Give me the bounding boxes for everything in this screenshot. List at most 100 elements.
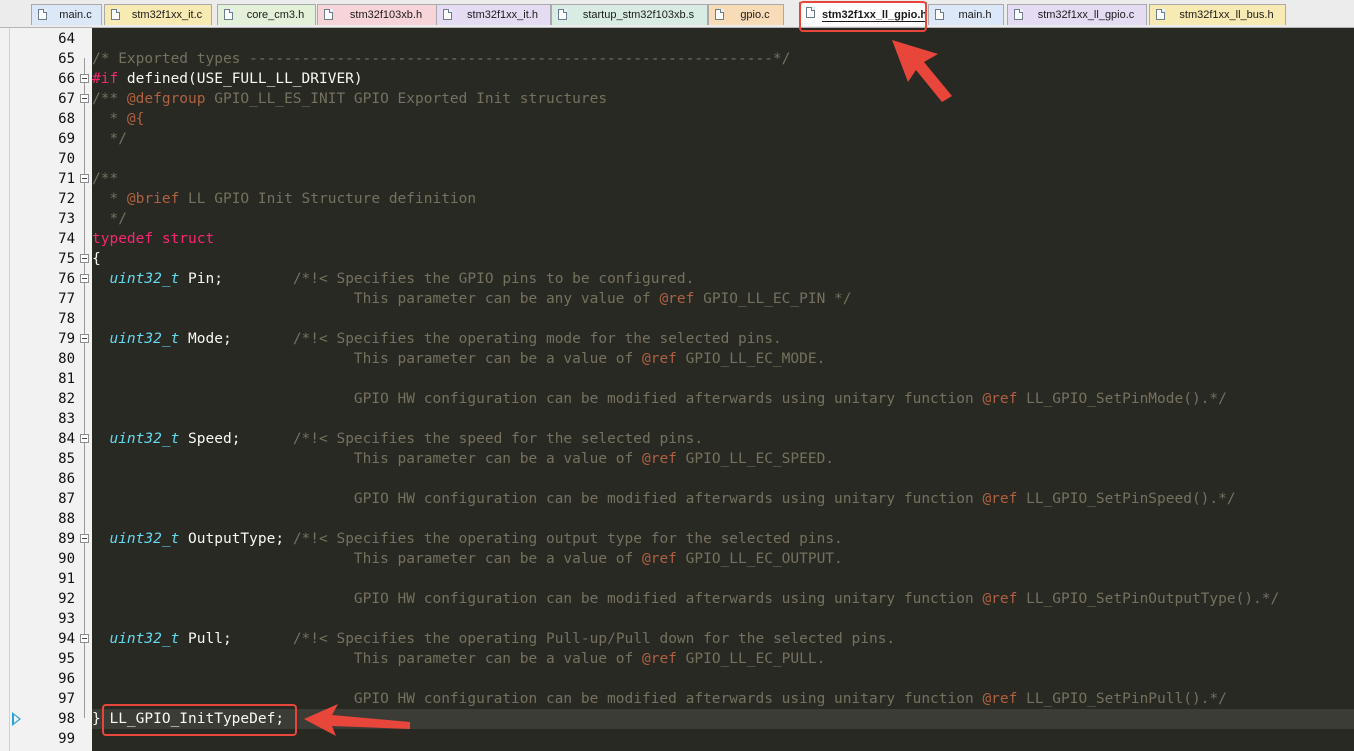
code-line[interactable]: This parameter can be a value of @ref GP… [92,449,834,469]
line-number: 84 [58,431,75,447]
line-number: 81 [58,371,75,387]
code-line[interactable]: /** [92,169,118,189]
line-number: 79 [58,331,75,347]
code-token: Pin; [179,271,293,287]
tab-stm32f1xx-it-h[interactable]: stm32f1xx_it.h [436,4,551,25]
code-token: LL_GPIO_SetPinMode().*/ [1017,391,1227,407]
code-token: GPIO_LL_EC_PIN */ [694,291,852,307]
fold-toggle-icon[interactable] [80,274,89,283]
code-line[interactable]: */ [92,129,126,149]
code-line[interactable]: * @brief LL GPIO Init Structure definiti… [92,189,476,209]
code-line[interactable]: uint32_t Mode; /*!< Specifies the operat… [92,329,782,349]
code-token: /* Exported types ----------------------… [92,51,791,67]
tab-label: gpio.c [740,9,770,21]
code-line[interactable]: This parameter can be any value of @ref … [92,289,852,309]
code-token: /*!< Specifies the speed for the selecte… [292,431,704,447]
file-icon [935,9,944,20]
tab-label: core_cm3.h [246,9,305,21]
code-token: GPIO_LL_EC_SPEED. [676,451,835,467]
code-token: LL GPIO Init Structure definition [179,191,477,207]
code-token: /*!< Specifies the GPIO pins to be confi… [292,271,695,287]
line-number: 68 [58,111,75,127]
code-token: @ref [982,491,1018,507]
fold-toggle-icon[interactable] [80,534,89,543]
tab-stm32f103xb-h[interactable]: stm32f103xb.h [317,4,437,25]
code-token: uint32_t [92,271,180,287]
code-editor[interactable]: /* Exported types ----------------------… [92,28,1354,751]
code-token: * [92,191,127,207]
code-line[interactable]: */ [92,209,126,229]
fold-toggle-icon[interactable] [80,254,89,263]
typedef-name-highlight [102,704,297,736]
code-line[interactable]: uint32_t Speed; /*!< Specifies the speed… [92,429,703,449]
code-token: @ref [641,651,677,667]
code-line[interactable]: /* Exported types ----------------------… [92,49,790,69]
code-token: uint32_t [92,431,180,447]
line-number: 70 [58,151,75,167]
code-token: /*!< Specifies the operating mode for th… [292,331,782,347]
code-token: @ref [982,691,1018,707]
code-line[interactable]: GPIO HW configuration can be modified af… [92,489,1236,509]
code-token: uint32_t [92,531,180,547]
tab-gpio-c[interactable]: gpio.c [708,4,784,25]
tab-stm32f1xx-it-c[interactable]: stm32f1xx_it.c [104,4,212,25]
code-token: Speed; [179,431,293,447]
code-token: @defgroup [126,91,206,107]
code-line[interactable]: uint32_t OutputType; /*!< Specifies the … [92,529,843,549]
fold-toggle-icon[interactable] [80,334,89,343]
code-line[interactable]: This parameter can be a value of @ref GP… [92,649,825,669]
line-number: 67 [58,91,75,107]
tab-label: stm32f1xx_it.c [131,9,203,21]
breakpoint-gutter[interactable] [0,28,10,751]
tab-stm32f1xx-ll-gpio-c[interactable]: stm32f1xx_ll_gpio.c [1007,4,1147,25]
tab-startup-stm32f103xb-s[interactable]: startup_stm32f103xb.s [551,4,708,25]
tab-core-cm3-h[interactable]: core_cm3.h [217,4,316,25]
code-token: GPIO_LL_EC_MODE. [676,351,826,367]
code-line[interactable]: uint32_t Pull; /*!< Specifies the operat… [92,629,895,649]
code-line[interactable]: GPIO HW configuration can be modified af… [92,389,1227,409]
code-line[interactable]: This parameter can be a value of @ref GP… [92,549,843,569]
fold-toggle-icon[interactable] [80,634,89,643]
tab-label: main.h [958,9,992,21]
code-token: @ref [982,591,1018,607]
tab-annotation-arrow-icon [892,40,952,102]
tab-main-c[interactable]: main.c [31,4,102,25]
line-number: 83 [58,411,75,427]
code-line[interactable]: GPIO HW configuration can be modified af… [92,589,1279,609]
fold-toggle-icon[interactable] [80,74,89,83]
line-number: 66 [58,71,75,87]
fold-toggle-icon[interactable] [80,174,89,183]
code-token: @{ [126,111,145,127]
code-token: /*!< Specifies the operating output type… [292,531,843,547]
code-line[interactable]: #if defined(USE_FULL_LL_DRIVER) [92,69,363,89]
code-line[interactable]: uint32_t Pin; /*!< Specifies the GPIO pi… [92,269,694,289]
code-token: This parameter can be a value of [92,351,642,367]
file-icon [38,9,47,20]
tab-main-h[interactable]: main.h [928,4,1004,25]
line-number: 94 [58,631,75,647]
code-line[interactable]: { [92,249,101,269]
fold-toggle-icon[interactable] [80,94,89,103]
line-number: 64 [58,31,75,47]
fold-toggle-icon[interactable] [80,434,89,443]
line-number: 86 [58,471,75,487]
line-number: 97 [58,691,75,707]
file-icon [324,9,333,20]
code-token: /** [92,91,127,107]
tab-stm32f1xx-ll-bus-h[interactable]: stm32f1xx_ll_bus.h [1149,4,1286,25]
code-token: LL_GPIO_SetPinSpeed().*/ [1017,491,1236,507]
code-token: typedef struct [92,231,215,247]
code-line[interactable]: /** @defgroup GPIO_LL_ES_INIT GPIO Expor… [92,89,607,109]
line-number: 78 [58,311,75,327]
code-line[interactable]: * @{ [92,109,144,129]
line-number: 90 [58,551,75,567]
code-line[interactable]: typedef struct [92,229,214,249]
fold-guide-line [84,58,85,718]
code-token: OutputType; [179,531,293,547]
code-line[interactable]: This parameter can be a value of @ref GP… [92,349,825,369]
line-number: 69 [58,131,75,147]
code-token: LL_GPIO_SetPinOutputType().*/ [1017,591,1280,607]
tab-label: stm32f1xx_ll_bus.h [1179,9,1274,21]
line-number: 80 [58,351,75,367]
code-token: @ref [982,391,1018,407]
